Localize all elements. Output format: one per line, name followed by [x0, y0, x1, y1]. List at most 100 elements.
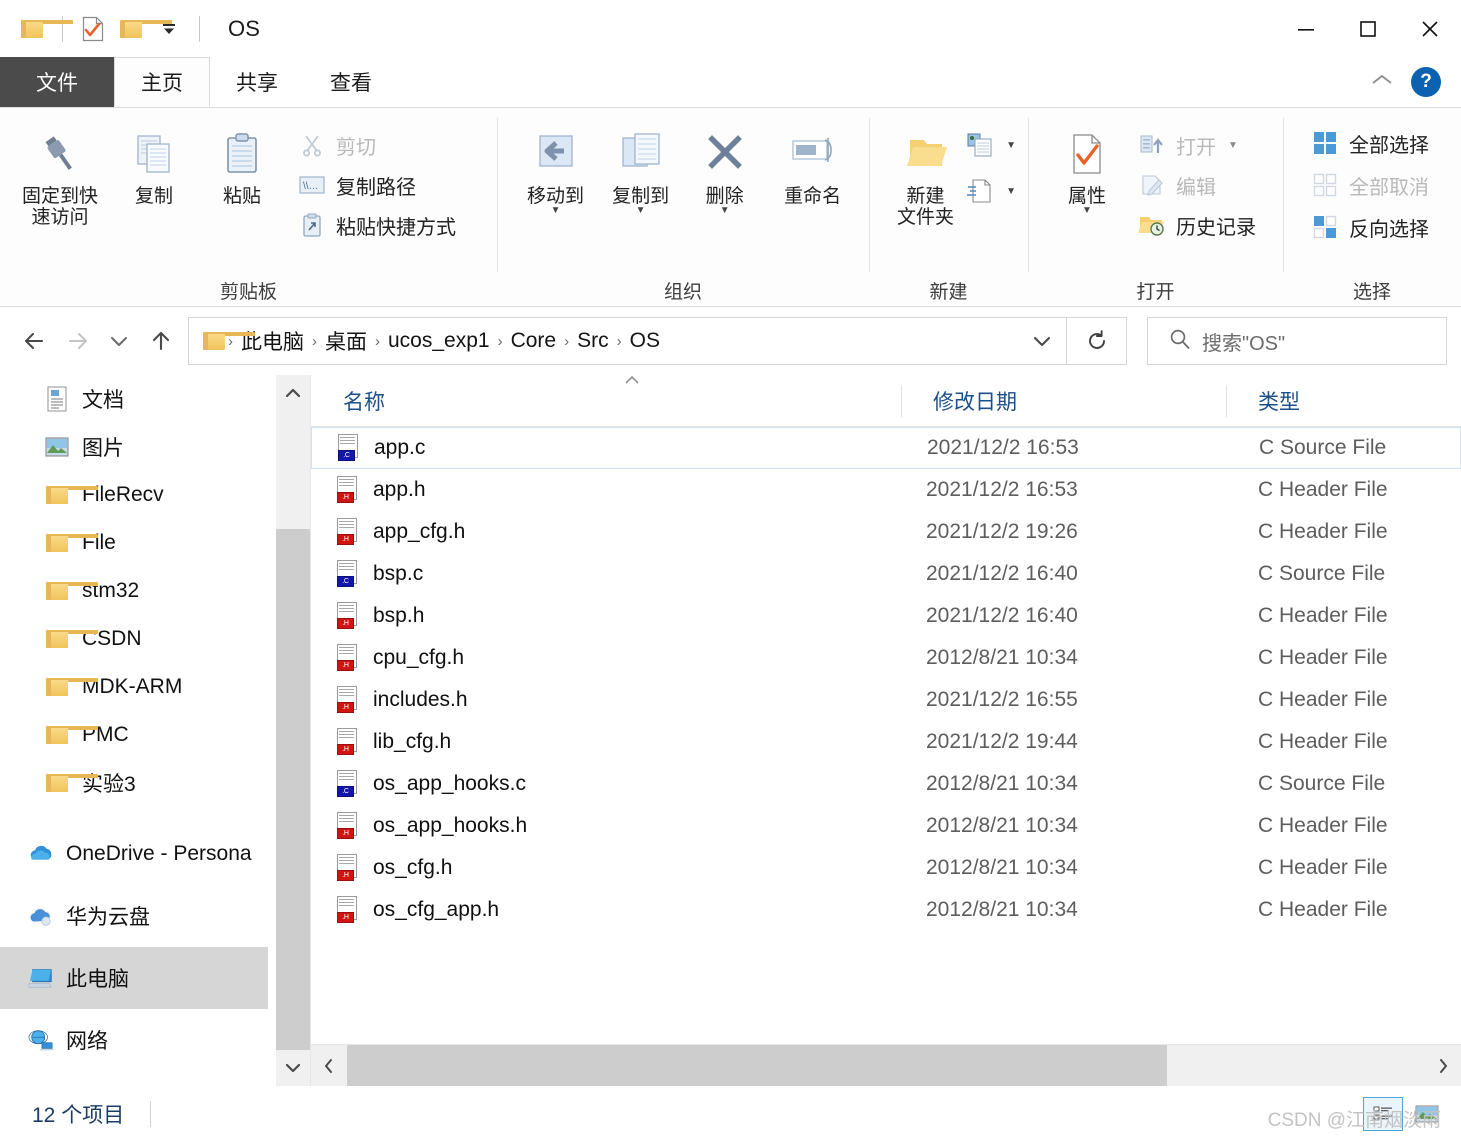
pin-to-quick-access-button[interactable]: 固定到快 速访问 [10, 120, 110, 229]
refresh-button[interactable] [1067, 317, 1127, 365]
sidebar-item-documents[interactable]: 文档 [0, 375, 310, 423]
edit-button[interactable]: 编辑 [1132, 166, 1262, 204]
table-row[interactable]: .H app.h 2021/12/2 16:53 C Header File [311, 469, 1461, 511]
view-large-icons-button[interactable] [1407, 1097, 1447, 1131]
file-name-cell[interactable]: .H cpu_cfg.h [311, 644, 901, 672]
copy-to-caret-icon[interactable]: ▼ [636, 206, 646, 216]
tab-view[interactable]: 查看 [304, 57, 398, 107]
sidebar-item-file[interactable]: File [0, 519, 310, 567]
up-button[interactable] [140, 320, 182, 362]
open-button[interactable]: 打开 ▼ [1132, 126, 1262, 164]
column-header-name[interactable]: 名称 [311, 375, 901, 427]
sidebar-scrollbar[interactable] [268, 375, 310, 1086]
sidebar-item-huawei-cloud[interactable]: 华为云盘 [0, 885, 310, 947]
new-item-button[interactable]: ▼ [964, 126, 1018, 164]
hscroll-thumb[interactable] [347, 1044, 1167, 1087]
column-header-date[interactable]: 修改日期 [901, 375, 1226, 427]
table-row[interactable]: .H includes.h 2021/12/2 16:55 C Header F… [311, 679, 1461, 721]
file-name-cell[interactable]: .C bsp.c [311, 560, 901, 588]
easy-access-button[interactable]: ▼ [964, 172, 1018, 210]
breadcrumb-item-src[interactable]: Src [570, 329, 616, 353]
table-row[interactable]: .H os_cfg.h 2012/8/21 10:34 C Header Fil… [311, 847, 1461, 889]
tab-share[interactable]: 共享 [210, 57, 304, 107]
breadcrumb-item-os[interactable]: OS [623, 329, 667, 353]
breadcrumb-item-core[interactable]: Core [504, 329, 564, 353]
view-details-button[interactable] [1363, 1097, 1403, 1131]
close-button[interactable] [1399, 0, 1461, 57]
sidebar-item-experiment3[interactable]: 实验3 [0, 759, 310, 807]
chevron-down-icon[interactable] [1024, 332, 1060, 350]
file-name-cell[interactable]: .H os_app_hooks.h [311, 812, 901, 840]
delete-button[interactable]: 删除 ▼ [683, 120, 766, 216]
breadcrumb-item-desktop[interactable]: 桌面 [318, 326, 374, 356]
hscroll-track[interactable] [347, 1044, 1425, 1087]
file-name-cell[interactable]: .H bsp.h [311, 602, 901, 630]
table-row[interactable]: .C app.c 2021/12/2 16:53 C Source File [311, 427, 1461, 469]
help-icon[interactable]: ? [1411, 67, 1441, 97]
table-row[interactable]: .H lib_cfg.h 2021/12/2 19:44 C Header Fi… [311, 721, 1461, 763]
sidebar-item-filerecv[interactable]: FileRecv [0, 471, 310, 519]
hscroll-right-button[interactable] [1425, 1045, 1461, 1087]
move-to-button[interactable]: 移动到 ▼ [513, 120, 598, 216]
sidebar-item-csdn[interactable]: CSDN [0, 615, 310, 663]
maximize-button[interactable] [1337, 0, 1399, 57]
paste-shortcut-button[interactable]: 粘贴快捷方式 [292, 206, 462, 244]
tab-file[interactable]: 文件 [0, 57, 114, 107]
breadcrumb-item-this-pc[interactable]: 此电脑 [234, 326, 311, 356]
hscroll-left-button[interactable] [311, 1045, 347, 1087]
file-name-cell[interactable]: .H includes.h [311, 686, 901, 714]
file-name-cell[interactable]: .H lib_cfg.h [311, 728, 901, 756]
paste-button[interactable]: 粘贴 [198, 120, 286, 207]
select-all-button[interactable]: 全部选择 [1305, 124, 1435, 162]
search-input[interactable]: 搜索"OS" [1202, 327, 1285, 356]
sidebar-item-network[interactable]: 网络 [0, 1009, 310, 1071]
invert-selection-button[interactable]: 反向选择 [1305, 208, 1435, 246]
properties-icon[interactable] [79, 15, 107, 43]
open-caret-icon[interactable]: ▼ [1228, 140, 1238, 151]
delete-caret-icon[interactable]: ▼ [720, 206, 730, 216]
table-row[interactable]: .H cpu_cfg.h 2012/8/21 10:34 C Header Fi… [311, 637, 1461, 679]
table-row[interactable]: .C os_app_hooks.c 2012/8/21 10:34 C Sour… [311, 763, 1461, 805]
file-name-cell[interactable]: .C app.c [312, 434, 902, 462]
customize-caret-icon[interactable] [155, 15, 183, 43]
search-box[interactable]: 搜索"OS" [1147, 317, 1447, 365]
forward-button[interactable] [56, 320, 98, 362]
breadcrumb-item-ucos-exp1[interactable]: ucos_exp1 [381, 329, 497, 353]
cut-button[interactable]: 剪切 [292, 126, 462, 164]
file-name-cell[interactable]: .C os_app_hooks.c [311, 770, 901, 798]
sidebar-scroll-thumb[interactable] [276, 529, 310, 1051]
easy-access-caret-icon[interactable]: ▼ [1006, 186, 1016, 197]
new-item-caret-icon[interactable]: ▼ [1006, 140, 1016, 151]
table-row[interactable]: .H os_app_hooks.h 2012/8/21 10:34 C Head… [311, 805, 1461, 847]
breadcrumb-bar[interactable]: › 此电脑 › 桌面 › ucos_exp1 › Core › Src › OS [188, 317, 1067, 365]
file-name-cell[interactable]: .H os_cfg_app.h [311, 896, 901, 924]
tab-home[interactable]: 主页 [114, 57, 210, 107]
file-name-cell[interactable]: .H app.h [311, 476, 901, 504]
minimize-button[interactable] [1275, 0, 1337, 57]
rename-button[interactable]: 重命名 [766, 120, 859, 207]
folder-icon[interactable] [18, 15, 73, 43]
copy-button[interactable]: 复制 [110, 120, 198, 207]
sidebar-scroll-down-button[interactable] [276, 1050, 310, 1086]
sidebar-scroll-up-button[interactable] [276, 375, 310, 411]
sidebar-item-pmc[interactable]: PMC [0, 711, 310, 759]
new-folder-icon[interactable] [117, 15, 172, 43]
table-row[interactable]: .H app_cfg.h 2021/12/2 19:26 C Header Fi… [311, 511, 1461, 553]
copy-path-button[interactable]: \\… 复制路径 [292, 166, 462, 204]
file-name-cell[interactable]: .H app_cfg.h [311, 518, 901, 546]
collapse-ribbon-button[interactable] [1369, 71, 1395, 94]
table-row[interactable]: .H os_cfg_app.h 2012/8/21 10:34 C Header… [311, 889, 1461, 931]
horizontal-scrollbar[interactable] [311, 1044, 1461, 1087]
select-none-button[interactable]: 全部取消 [1305, 166, 1435, 204]
sidebar-item-onedrive[interactable]: OneDrive - Persona [0, 823, 310, 885]
move-to-caret-icon[interactable]: ▼ [551, 206, 561, 216]
sidebar-item-this-pc[interactable]: 此电脑 [0, 947, 310, 1009]
sidebar-item-mdk-arm[interactable]: MDK-ARM [0, 663, 310, 711]
properties-button[interactable]: 属性 ▼ [1046, 120, 1128, 216]
sidebar-item-stm32[interactable]: stm32 [0, 567, 310, 615]
table-row[interactable]: .C bsp.c 2021/12/2 16:40 C Source File [311, 553, 1461, 595]
back-button[interactable] [14, 320, 56, 362]
copy-to-button[interactable]: 复制到 ▼ [598, 120, 683, 216]
history-button[interactable]: 历史记录 [1132, 206, 1262, 244]
sidebar-item-pictures[interactable]: 图片 [0, 423, 310, 471]
